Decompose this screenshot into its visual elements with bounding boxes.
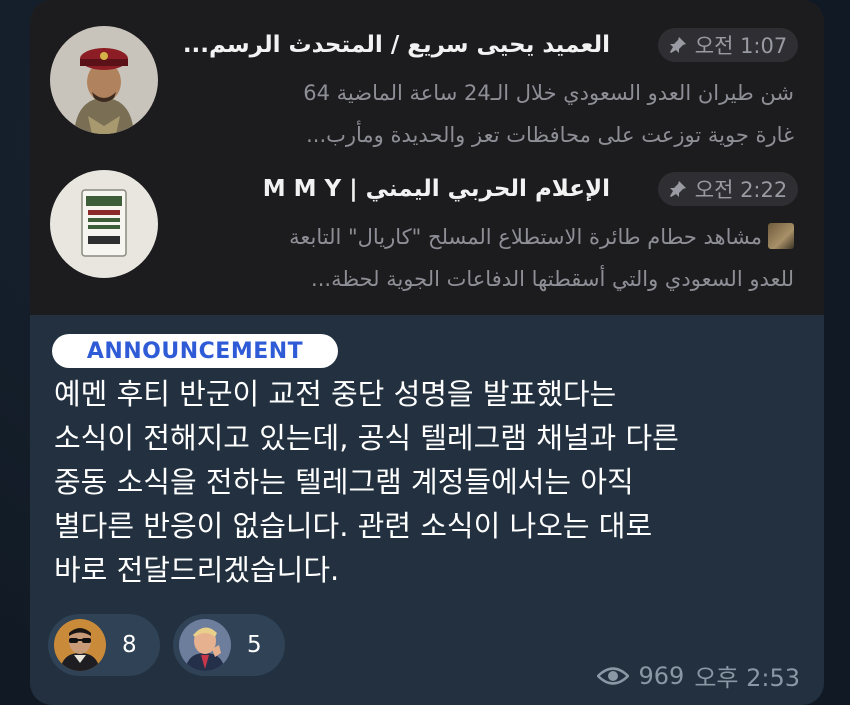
reaction-count: 5 <box>247 632 262 658</box>
announcement-tag[interactable]: ANNOUNCEMENT <box>52 334 338 368</box>
message-meta: 969 오후 2:53 <box>596 658 800 693</box>
reaction-count: 8 <box>122 632 137 658</box>
chat-preview-line: شن طيران العدو السعودي خلال الـ24 ساعة ا… <box>303 81 794 105</box>
pin-icon <box>669 37 686 53</box>
chat-preview-line: مشاهد حطام طائرة الاستطلاع المسلح "كاريا… <box>184 216 794 258</box>
message-line: 바로 전달드리겠습니다. <box>54 553 340 587</box>
message-line: 별다른 반응이 없습니다. 관련 소식이 나오는 대로 <box>54 509 653 543</box>
chat-preview: مشاهد حطام طائرة الاستطلاع المسلح "كاريا… <box>184 216 794 300</box>
pinned-time-badge: 오전 1:07 <box>658 28 798 62</box>
message-line: 소식이 전해지고 있는데, 공식 텔레그램 채널과 다른 <box>54 421 679 455</box>
message-line: 예멘 후티 반군이 교전 중단 성명을 발표했다는 <box>54 377 617 411</box>
chat-time: 오전 2:22 <box>694 178 788 202</box>
message-time: 오후 2:53 <box>694 664 800 692</box>
chat-preview-text: مشاهد حطام طائرة الاستطلاع المسلح "كاريا… <box>289 225 762 249</box>
video-thumbnail-icon <box>768 223 794 249</box>
eye-icon <box>596 666 629 685</box>
pin-icon <box>669 181 686 197</box>
chat-name: العميد يحيى سريع / المتحدث الرسم... <box>182 32 610 58</box>
sunglasses-man-reaction-icon <box>54 619 106 671</box>
message-line: 중동 소식을 전하는 텔레그램 계정들에서는 아직 <box>54 465 634 499</box>
reaction-button[interactable]: 8 <box>48 614 160 676</box>
message-text: 예멘 후티 반군이 교전 중단 성명을 발표했다는 소식이 전해지고 있는데, … <box>54 372 804 592</box>
reaction-button[interactable]: 5 <box>173 614 285 676</box>
pinned-chat-row[interactable]: 오전 2:22 الإعلام الحربي اليمني | M M Y مش… <box>30 162 824 292</box>
chat-preview: شن طيران العدو السعودي خلال الـ24 ساعة ا… <box>184 72 794 156</box>
chat-preview-line: غارة جوية توزعت على محافظات تعز والحديدة… <box>306 123 794 147</box>
chat-time: 오전 1:07 <box>694 34 788 58</box>
suited-man-reaction-icon <box>179 619 231 671</box>
chat-preview-line: للعدو السعودي والتي أسقطتها الدفاعات الج… <box>311 267 794 291</box>
pinned-chat-row[interactable]: 오전 1:07 العميد يحيى سريع / المتحدث الرسم… <box>30 18 824 148</box>
chat-name: الإعلام الحربي اليمني | M M Y <box>262 176 610 202</box>
war-media-logo-avatar <box>50 170 158 278</box>
view-count: 969 <box>638 661 685 690</box>
message-bubble[interactable]: 오전 1:07 العميد يحيى سريع / المتحدث الرسم… <box>30 0 824 705</box>
forwarded-chat-list-screenshot: 오전 1:07 العميد يحيى سريع / المتحدث الرسم… <box>30 0 824 315</box>
military-officer-avatar <box>50 26 158 134</box>
pinned-time-badge: 오전 2:22 <box>658 172 798 206</box>
